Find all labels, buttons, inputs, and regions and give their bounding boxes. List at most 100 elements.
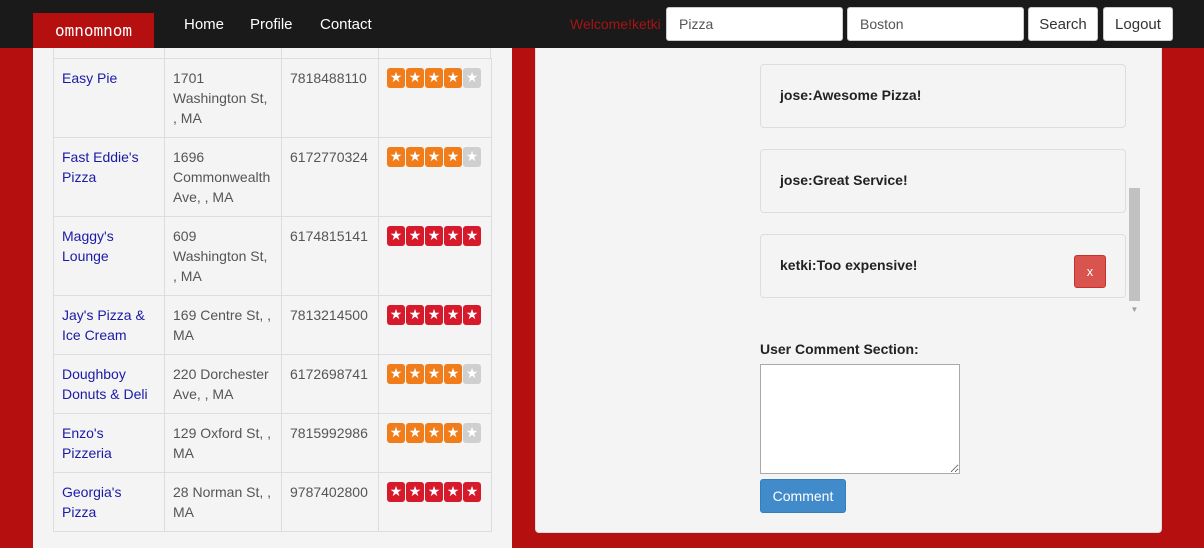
comment-submit-button[interactable]: Comment (760, 479, 846, 513)
restaurant-name-link[interactable]: Jay's Pizza & Ice Cream (62, 307, 145, 343)
star-icon: ★ (463, 226, 481, 246)
restaurant-name-link[interactable]: Georgia's Pizza (62, 484, 121, 520)
table-row: Easy Pie 1701 Washington St, , MA 78184881… (53, 58, 492, 138)
star-rating: ★ ★ ★ ★ ★ (387, 423, 483, 443)
restaurant-address: 169 Centre St, , MA (164, 295, 282, 355)
restaurant-name-link[interactable]: Easy Pie (62, 70, 117, 86)
restaurant-phone: 7813214500 (281, 295, 379, 355)
search-term-input[interactable] (666, 7, 843, 41)
star-rating: ★ ★ ★ ★ ★ (387, 68, 483, 88)
comments-panel: jose:Awesome Pizza! jose:Great Service! … (535, 48, 1162, 533)
star-icon: ★ (387, 305, 405, 325)
restaurant-rating: ★ ★ ★ ★ ★ (378, 216, 492, 296)
star-icon: ★ (425, 68, 443, 88)
restaurant-name-cell: Maggy's Lounge (53, 216, 165, 296)
restaurant-name-link[interactable]: Enzo's Pizzeria (62, 425, 112, 461)
star-rating: ★ ★ ★ ★ ★ (387, 482, 483, 502)
divider (378, 48, 379, 58)
table-row: Fast Eddie's Pizza 1696 Commonwealth Ave,… (53, 137, 492, 217)
restaurant-name-cell: Fast Eddie's Pizza (53, 137, 165, 217)
star-icon: ★ (425, 305, 443, 325)
nav-home-link[interactable]: Home (184, 16, 224, 33)
restaurant-rating: ★ ★ ★ ★ ★ (378, 472, 492, 532)
comment-item: ketki:Too expensive! x (760, 234, 1126, 298)
nav-profile-link[interactable]: Profile (250, 16, 293, 33)
comment-item: jose:Awesome Pizza! (760, 64, 1126, 128)
comment-textarea[interactable] (760, 364, 960, 474)
brand-logo[interactable]: omnomnom (33, 13, 154, 48)
star-rating: ★ ★ ★ ★ ★ (387, 147, 483, 167)
star-icon: ★ (406, 364, 424, 384)
star-icon: ★ (444, 68, 462, 88)
comment-item: jose:Great Service! (760, 149, 1126, 213)
restaurant-address: 129 Oxford St, , MA (164, 413, 282, 473)
star-icon: ★ (425, 482, 443, 502)
comment-text: ketki:Too expensive! (780, 257, 918, 273)
nav-contact-link[interactable]: Contact (320, 16, 372, 33)
divider (164, 48, 165, 58)
star-icon: ★ (406, 482, 424, 502)
table-top-edge (53, 48, 491, 58)
comment-user: jose (780, 87, 809, 103)
restaurant-phone: 9787402800 (281, 472, 379, 532)
star-icon: ★ (387, 68, 405, 88)
table-row: Enzo's Pizzeria 129 Oxford St, , MA 781599… (53, 413, 492, 473)
star-icon: ★ (425, 364, 443, 384)
star-icon: ★ (463, 305, 481, 325)
restaurant-name-link[interactable]: Fast Eddie's Pizza (62, 149, 139, 185)
comment-text: jose:Great Service! (780, 172, 908, 188)
comment-user: jose (780, 172, 809, 188)
restaurant-phone: 7815992986 (281, 413, 379, 473)
restaurant-name-link[interactable]: Maggy's Lounge (62, 228, 114, 264)
restaurant-address: 1701 Washington St, , MA (164, 58, 282, 138)
star-icon: ★ (406, 68, 424, 88)
star-icon: ★ (425, 147, 443, 167)
star-icon: ★ (463, 68, 481, 88)
star-rating: ★ ★ ★ ★ ★ (387, 364, 483, 384)
star-icon: ★ (425, 423, 443, 443)
restaurant-name-cell: Easy Pie (53, 58, 165, 138)
star-rating: ★ ★ ★ ★ ★ (387, 305, 483, 325)
search-button[interactable]: Search (1028, 7, 1098, 41)
location-input[interactable] (847, 7, 1024, 41)
star-icon: ★ (463, 364, 481, 384)
divider (281, 48, 282, 58)
restaurant-address: 220 Dorchester Ave, , MA (164, 354, 282, 414)
star-icon: ★ (406, 147, 424, 167)
star-icon: ★ (387, 147, 405, 167)
restaurant-rating: ★ ★ ★ ★ ★ (378, 413, 492, 473)
scroll-down-arrow-icon[interactable]: ▼ (1129, 305, 1140, 315)
star-icon: ★ (444, 364, 462, 384)
star-icon: ★ (387, 423, 405, 443)
restaurant-name-cell: Georgia's Pizza (53, 472, 165, 532)
restaurant-name-link[interactable]: Doughboy Donuts & Deli (62, 366, 148, 402)
comment-body: Too expensive! (816, 257, 918, 273)
delete-comment-button[interactable]: x (1074, 255, 1106, 288)
restaurant-rating: ★ ★ ★ ★ ★ (378, 354, 492, 414)
star-icon: ★ (406, 423, 424, 443)
restaurant-list-panel: Easy Pie 1701 Washington St, , MA 78184881… (33, 48, 512, 548)
star-icon: ★ (387, 364, 405, 384)
comment-text: jose:Awesome Pizza! (780, 87, 922, 103)
scrollbar-thumb[interactable] (1129, 188, 1140, 301)
star-icon: ★ (444, 226, 462, 246)
restaurant-name-cell: Jay's Pizza & Ice Cream (53, 295, 165, 355)
star-icon: ★ (406, 305, 424, 325)
star-rating: ★ ★ ★ ★ ★ (387, 226, 483, 246)
star-icon: ★ (463, 147, 481, 167)
table-row: Doughboy Donuts & Deli 220 Dorchester Ave… (53, 354, 492, 414)
star-icon: ★ (406, 226, 424, 246)
restaurant-address: 1696 Commonwealth Ave, , MA (164, 137, 282, 217)
restaurant-rating: ★ ★ ★ ★ ★ (378, 58, 492, 138)
star-icon: ★ (387, 226, 405, 246)
restaurant-rating: ★ ★ ★ ★ ★ (378, 137, 492, 217)
star-icon: ★ (444, 482, 462, 502)
restaurant-phone: 6172770324 (281, 137, 379, 217)
comment-section-label: User Comment Section: (760, 341, 919, 357)
star-icon: ★ (387, 482, 405, 502)
restaurant-address: 609 Washington St, , MA (164, 216, 282, 296)
comments-list[interactable]: jose:Awesome Pizza! jose:Great Service! … (760, 48, 1140, 318)
restaurant-name-cell: Doughboy Donuts & Deli (53, 354, 165, 414)
logout-button[interactable]: Logout (1103, 7, 1173, 41)
comments-scrollbar[interactable]: ▼ (1127, 48, 1140, 318)
